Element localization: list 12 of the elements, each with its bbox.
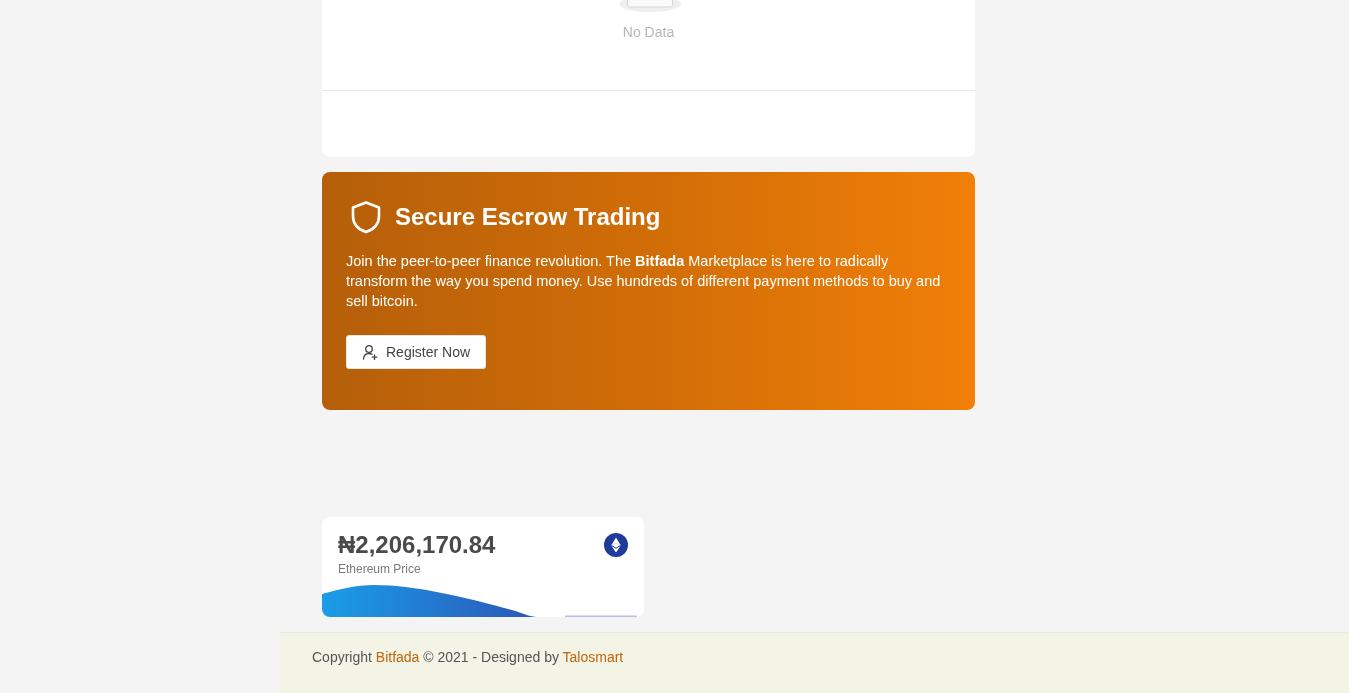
no-data-text: No Data (622, 24, 675, 40)
ethereum-icon (604, 533, 628, 557)
shield-icon (349, 200, 383, 234)
price-value: ₦2,206,170.84 (338, 531, 496, 558)
copyright-text: Copyright Bitfada © 2021 - Designed by Talosmart (312, 648, 624, 667)
footer-link[interactable]: Talosmart (562, 649, 624, 665)
register-button[interactable]: Register Now (346, 335, 487, 369)
footer-link[interactable]: Bitfada (375, 649, 420, 665)
banner-title: Secure Escrow Trading (395, 202, 661, 232)
user-plus-icon (362, 344, 378, 360)
price-label: Ethereum Price (338, 561, 422, 577)
banner-description: Join the peer-to-peer finance revolution. The Bitfada Marketplace is here to radically transform the way you spend money. Use hundreds of different payment methods to buy and sell bitcoin. (346, 252, 942, 311)
